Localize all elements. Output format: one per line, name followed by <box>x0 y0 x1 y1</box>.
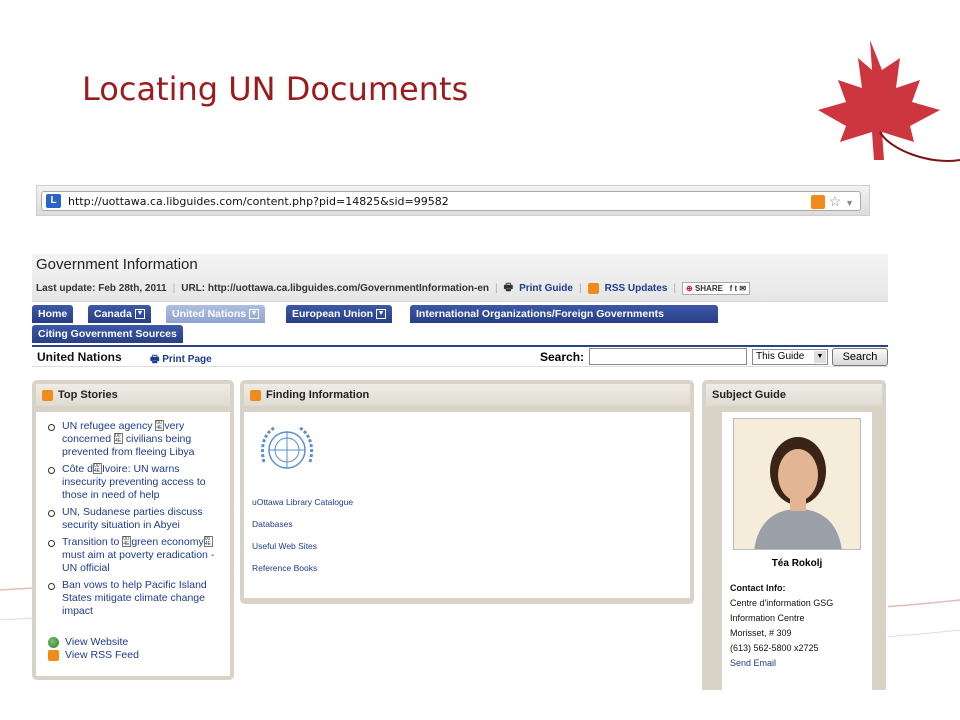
rss-updates-link[interactable]: RSS Updates <box>605 283 668 294</box>
finding-links: uOttawa Library Catalogue Databases Usef… <box>252 497 682 573</box>
dropdown-arrow-icon[interactable]: ▼ <box>845 198 854 208</box>
search-button[interactable]: Search <box>832 348 888 366</box>
top-stories-body: UN refugee agency 00 4E very concerned 00 4… <box>36 412 230 676</box>
tab-dropdown-icon[interactable]: ▼ <box>376 309 387 320</box>
finding-information-box: Finding Information uOttawa Library Cata… <box>240 380 694 604</box>
search-label: Search: <box>540 350 585 364</box>
separator: | <box>495 283 498 294</box>
story-item[interactable]: Transition to 00 4E green economy00 4E must… <box>46 536 224 575</box>
top-stories-box: Top Stories UN refugee agency 00 4E very c… <box>32 380 234 680</box>
un-emblem-icon <box>260 426 314 469</box>
tab-international-organizations[interactable]: International Organizations/Foreign Gove… <box>410 305 718 323</box>
browser-address-bar: L http://uottawa.ca.libguides.com/conten… <box>36 185 870 216</box>
guide-url: URL: http://uottawa.ca.libguides.com/Gov… <box>181 283 490 294</box>
librarian-name: Téa Rokolj <box>771 558 823 569</box>
send-email-link[interactable]: Send Email <box>730 658 776 668</box>
rss-feed-icon[interactable] <box>810 195 825 210</box>
tab-citing-government-sources[interactable]: Citing Government Sources <box>32 325 183 343</box>
guide-header: Government Information Last update: Feb … <box>32 254 888 302</box>
rss-icon <box>250 389 261 401</box>
guide-meta: Last update: Feb 28th, 2011 | URL: http:… <box>36 280 884 297</box>
subject-guide-box: Subject Guide Téa Rokolj Contact Info: C… <box>702 380 886 690</box>
rss-icon <box>48 649 59 661</box>
story-item[interactable]: Ban vows to help Pacific Island States m… <box>46 579 224 618</box>
librarian-photo <box>733 418 861 550</box>
maple-leaf-logo <box>818 40 960 162</box>
tab-dropdown-icon[interactable]: ▼ <box>249 309 260 320</box>
library-catalogue-link[interactable]: uOttawa Library Catalogue <box>252 497 682 507</box>
share-label: SHARE <box>694 284 723 293</box>
reference-books-link[interactable]: Reference Books <box>252 563 682 573</box>
tab-european-union[interactable]: European Union ▼ <box>286 305 393 323</box>
stories-list: UN refugee agency 00 4E very concerned 00 4… <box>36 412 230 618</box>
print-page-link[interactable]: 🖶 Print Page <box>150 352 212 369</box>
contact-label: Contact Info: <box>730 583 786 593</box>
site-favicon-icon: L <box>46 194 61 208</box>
bookmark-star-icon[interactable]: ☆ <box>829 193 842 209</box>
page-title: United Nations <box>37 350 122 364</box>
story-item[interactable]: UN, Sudanese parties discuss security si… <box>46 506 224 532</box>
subject-guide-body: Téa Rokolj Contact Info: Centre d'inform… <box>722 412 872 690</box>
address-bar-icons: ☆ ▼ <box>810 193 854 210</box>
search-scope-select[interactable]: This Guide ▼ <box>752 349 828 365</box>
story-item[interactable]: UN refugee agency 00 4E very concerned 00 4… <box>46 420 224 459</box>
separator: | <box>673 283 676 294</box>
select-arrow-icon: ▼ <box>814 351 826 363</box>
story-item[interactable]: Côte d00 4E Ivoire: UN warns insecurity pr… <box>46 463 224 502</box>
page-subbar: United Nations 🖶 Print Page Search: This… <box>32 345 888 367</box>
contact-info: Contact Info: Centre d'information GSG I… <box>722 581 872 671</box>
print-guide-link[interactable]: Print Guide <box>519 283 573 294</box>
view-rss-link[interactable]: View RSS Feed <box>36 649 230 661</box>
slide-title: Locating UN Documents <box>82 70 469 108</box>
separator: | <box>578 283 582 294</box>
rss-icon <box>42 389 53 401</box>
rss-icon <box>587 283 599 294</box>
databases-link[interactable]: Databases <box>252 519 682 529</box>
contact-line: (613) 562-5800 x2725 <box>730 643 819 653</box>
share-button[interactable]: ⊕ SHARE f t ✉ <box>682 282 751 295</box>
contact-line: Morisset, # 309 <box>730 628 792 638</box>
subject-guide-header: Subject Guide <box>706 384 882 406</box>
tab-dropdown-icon[interactable]: ▼ <box>134 309 145 320</box>
top-stories-header: Top Stories <box>36 384 230 406</box>
globe-icon <box>48 636 59 648</box>
useful-web-sites-link[interactable]: Useful Web Sites <box>252 541 682 551</box>
separator: | <box>172 283 176 294</box>
finding-body: uOttawa Library Catalogue Databases Usef… <box>244 412 690 598</box>
contact-line: Information Centre <box>730 613 805 623</box>
url-field[interactable]: L http://uottawa.ca.libguides.com/conten… <box>41 191 861 211</box>
search-input[interactable] <box>589 348 747 365</box>
contact-line: Centre d'information GSG <box>730 598 834 608</box>
guide-title: Government Information <box>36 256 198 273</box>
finding-header: Finding Information <box>244 384 690 406</box>
printer-icon: 🖶 <box>503 282 514 293</box>
tab-united-nations[interactable]: United Nations ▼ <box>166 305 266 323</box>
tab-home[interactable]: Home <box>32 305 74 323</box>
tab-canada[interactable]: Canada ▼ <box>88 305 151 323</box>
view-website-link[interactable]: View Website <box>36 636 230 648</box>
libguide-page: Government Information Last update: Feb … <box>32 254 888 690</box>
last-update: Last update: Feb 28th, 2011 <box>36 283 167 294</box>
url-text: http://uottawa.ca.libguides.com/content.… <box>68 195 449 208</box>
